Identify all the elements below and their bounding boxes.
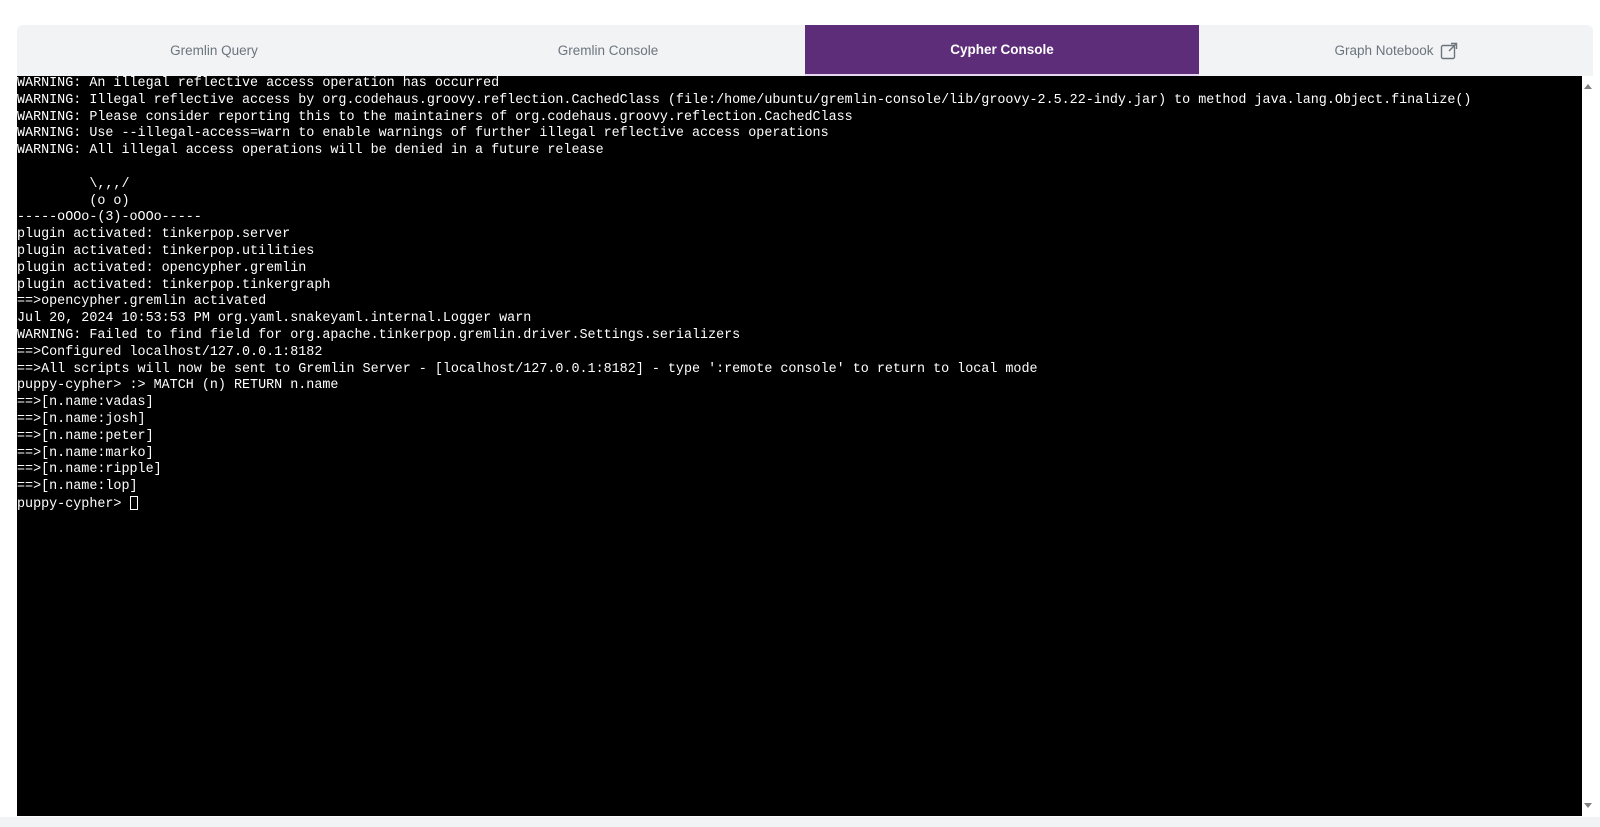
terminal-line: \,,,/	[17, 176, 130, 192]
terminal-line: plugin activated: tinkerpop.utilities	[17, 243, 315, 259]
tab-label: Graph Notebook	[1334, 43, 1434, 58]
terminal-line: ==>[n.name:josh]	[17, 411, 146, 427]
terminal-output[interactable]: WARNING: An illegal reflective access op…	[17, 76, 1582, 816]
tab-label: Gremlin Console	[557, 43, 659, 58]
console-area: WARNING: An illegal reflective access op…	[17, 76, 1593, 816]
tab-cypher-console[interactable]: Cypher Console	[805, 25, 1199, 76]
tab-graph-notebook[interactable]: Graph Notebook	[1199, 25, 1593, 76]
terminal-line: WARNING: Illegal reflective access by or…	[17, 92, 1472, 108]
terminal-line: ==>[n.name:peter]	[17, 428, 154, 444]
terminal-line: ==>[n.name:vadas]	[17, 395, 154, 411]
scroll-up-arrow-icon[interactable]	[1584, 84, 1592, 89]
terminal-line: Jul 20, 2024 10:53:53 PM org.yaml.snakey…	[17, 311, 532, 327]
terminal-line: ==>[n.name:marko]	[17, 445, 154, 461]
vertical-scrollbar[interactable]	[1582, 76, 1593, 816]
terminal-line: WARNING: Use --illegal-access=warn to en…	[17, 126, 829, 142]
page-bottom-edge	[0, 817, 1600, 827]
terminal-line: plugin activated: opencypher.gremlin	[17, 260, 307, 276]
tab-gremlin-query[interactable]: Gremlin Query	[17, 25, 411, 76]
terminal-line: (o o)	[17, 193, 130, 209]
external-link-icon	[1440, 42, 1458, 60]
tab-bar: Gremlin Query Gremlin Console Cypher Con…	[17, 25, 1593, 76]
text-cursor	[129, 495, 138, 510]
tab-gremlin-console[interactable]: Gremlin Console	[411, 25, 805, 76]
tab-label: Gremlin Query	[170, 43, 258, 58]
scroll-down-arrow-icon[interactable]	[1584, 803, 1592, 808]
terminal-line: ==>Configured localhost/127.0.0.1:8182	[17, 344, 323, 360]
app-container: Gremlin Query Gremlin Console Cypher Con…	[17, 25, 1593, 816]
terminal-line: ==>opencypher.gremlin activated	[17, 294, 267, 310]
terminal-line: ==>[n.name:ripple]	[17, 462, 162, 478]
tab-label: Cypher Console	[950, 42, 1054, 57]
terminal-line: ==>[n.name:lop]	[17, 479, 138, 495]
terminal-line: plugin activated: tinkerpop.tinkergraph	[17, 277, 331, 293]
terminal-line: WARNING: Please consider reporting this …	[17, 109, 853, 125]
terminal-line: WARNING: An illegal reflective access op…	[17, 76, 500, 91]
terminal-line: -----oOOo-(3)-oOOo-----	[17, 210, 202, 226]
terminal-prompt: puppy-cypher>	[17, 496, 130, 512]
terminal-line: ==>All scripts will now be sent to Greml…	[17, 361, 1038, 377]
terminal-line: plugin activated: tinkerpop.server	[17, 227, 291, 243]
terminal-line: WARNING: Failed to find field for org.ap…	[17, 327, 741, 343]
terminal-line: WARNING: All illegal access operations w…	[17, 143, 604, 159]
terminal-line: puppy-cypher> :> MATCH (n) RETURN n.name	[17, 378, 339, 394]
terminal-prompt-line[interactable]: puppy-cypher>	[17, 495, 1582, 513]
